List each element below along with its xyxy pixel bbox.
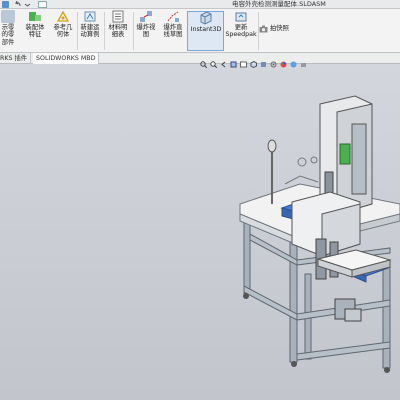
explode-line-icon — [166, 10, 180, 23]
ribbon-button-explode-line-sketch[interactable]: 爆炸直 线草图 — [159, 10, 187, 39]
undo-icon[interactable] — [14, 0, 21, 8]
ribbon-button-reference-geometry[interactable]: 参考几 何体 — [49, 10, 77, 39]
ribbon-button-new-motion-study[interactable]: 新建运 动算例 — [77, 10, 103, 39]
tab-solidworks-mbd[interactable]: SOLIDWORKS MBD — [33, 53, 100, 64]
frame-leg — [243, 213, 251, 295]
ribbon-button-instant3d[interactable]: Instant3D — [188, 10, 224, 33]
ribbon-button-components[interactable]: 示零 的零 部件 — [0, 10, 20, 46]
command-manager-ribbon: 示零 的零 部件 装配体 特征 参考几 何体 新建运 动算例 材料明 细表 爆炸… — [0, 9, 400, 53]
select-icon[interactable] — [38, 1, 47, 8]
assembly-3d-model[interactable] — [0, 64, 400, 400]
component-icon — [1, 10, 15, 23]
title-bar: 电容外壳检测测量配体.SLDASM — [0, 0, 400, 9]
ribbon-button-take-snapshot[interactable]: 拍快照 — [259, 25, 289, 33]
frame-leg — [382, 259, 391, 369]
speedpak-icon — [234, 10, 248, 23]
bom-icon — [111, 10, 125, 23]
green-sensor — [339, 143, 351, 165]
ribbon-button-update-speedpak[interactable]: 更新 Speedpak — [224, 10, 258, 39]
instant3d-icon — [198, 10, 214, 25]
document-title: 电容外壳检测测量配体.SLDASM — [232, 0, 326, 8]
app-logo-icon — [2, 1, 9, 8]
dropdown-arrow-icon[interactable] — [24, 1, 31, 8]
gauge-head — [267, 139, 277, 153]
frame-rail — [243, 285, 298, 321]
reference-geometry-icon — [56, 10, 70, 23]
exploded-view-icon — [139, 10, 153, 23]
assembly-feature-icon — [28, 10, 42, 23]
camera-icon — [259, 25, 268, 33]
tab-rks-plugin[interactable]: RKS 插件 — [0, 53, 32, 64]
ribbon-button-exploded-view[interactable]: 爆炸视 图 — [133, 10, 159, 39]
motion-study-icon — [83, 10, 97, 23]
ribbon-button-assembly-features[interactable]: 装配体 特征 — [22, 10, 48, 39]
ribbon-button-bill-of-materials[interactable]: 材料明 细表 — [105, 10, 131, 39]
